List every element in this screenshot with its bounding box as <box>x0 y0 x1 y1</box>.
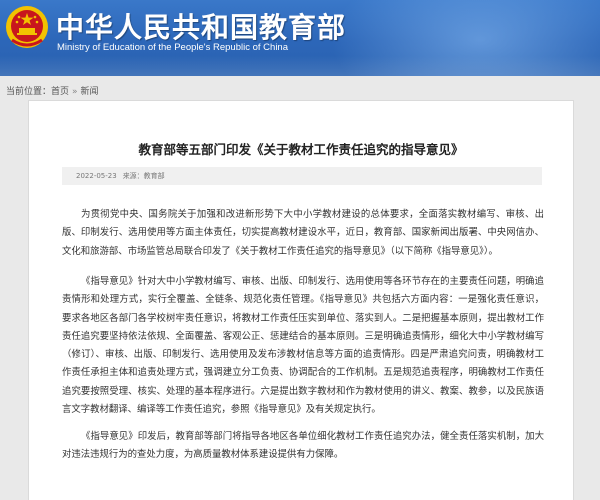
site-title[interactable]: 中华人民共和国教育部 <box>56 6 346 46</box>
breadcrumb-news-link[interactable]: 新闻 <box>81 87 99 97</box>
article-meta: 2022-05-23 来源：教育部 <box>62 167 542 185</box>
article-paragraph: 为贯彻党中央、国务院关于加强和改进新形势下大中小学教材建设的总体要求，全面落实教… <box>62 209 544 257</box>
header-wave <box>0 56 600 76</box>
breadcrumb-separator: » <box>72 87 78 97</box>
article-source: 来源：教育部 <box>122 172 165 180</box>
site-header: 中华人民共和国教育部 Ministry of Education of the … <box>0 0 600 76</box>
article-title: 教育部等五部门印发《关于教材工作责任追究的指导意见》 <box>138 142 464 157</box>
article-date: 2022-05-23 <box>76 172 117 180</box>
breadcrumb-home-link[interactable]: 首页 <box>51 87 69 97</box>
breadcrumb-label: 当前位置： <box>6 87 52 97</box>
breadcrumb: 当前位置：首页» 新闻 <box>6 84 99 97</box>
national-emblem-icon[interactable] <box>4 4 50 50</box>
site-subtitle: Ministry of Education of the People's Re… <box>57 42 288 53</box>
article-panel: 教育部等五部门印发《关于教材工作责任追究的指导意见》 2022-05-23 来源：… <box>28 100 574 500</box>
article-paragraph: 《指导意见》印发后，教育部等部门将指导各地区各单位细化教材工作责任追究办法，健全… <box>62 431 544 461</box>
article-paragraph: 《指导意见》针对大中小学教材编写、审核、出版、印制发行、选用使用等各环节存在的主… <box>62 276 544 416</box>
